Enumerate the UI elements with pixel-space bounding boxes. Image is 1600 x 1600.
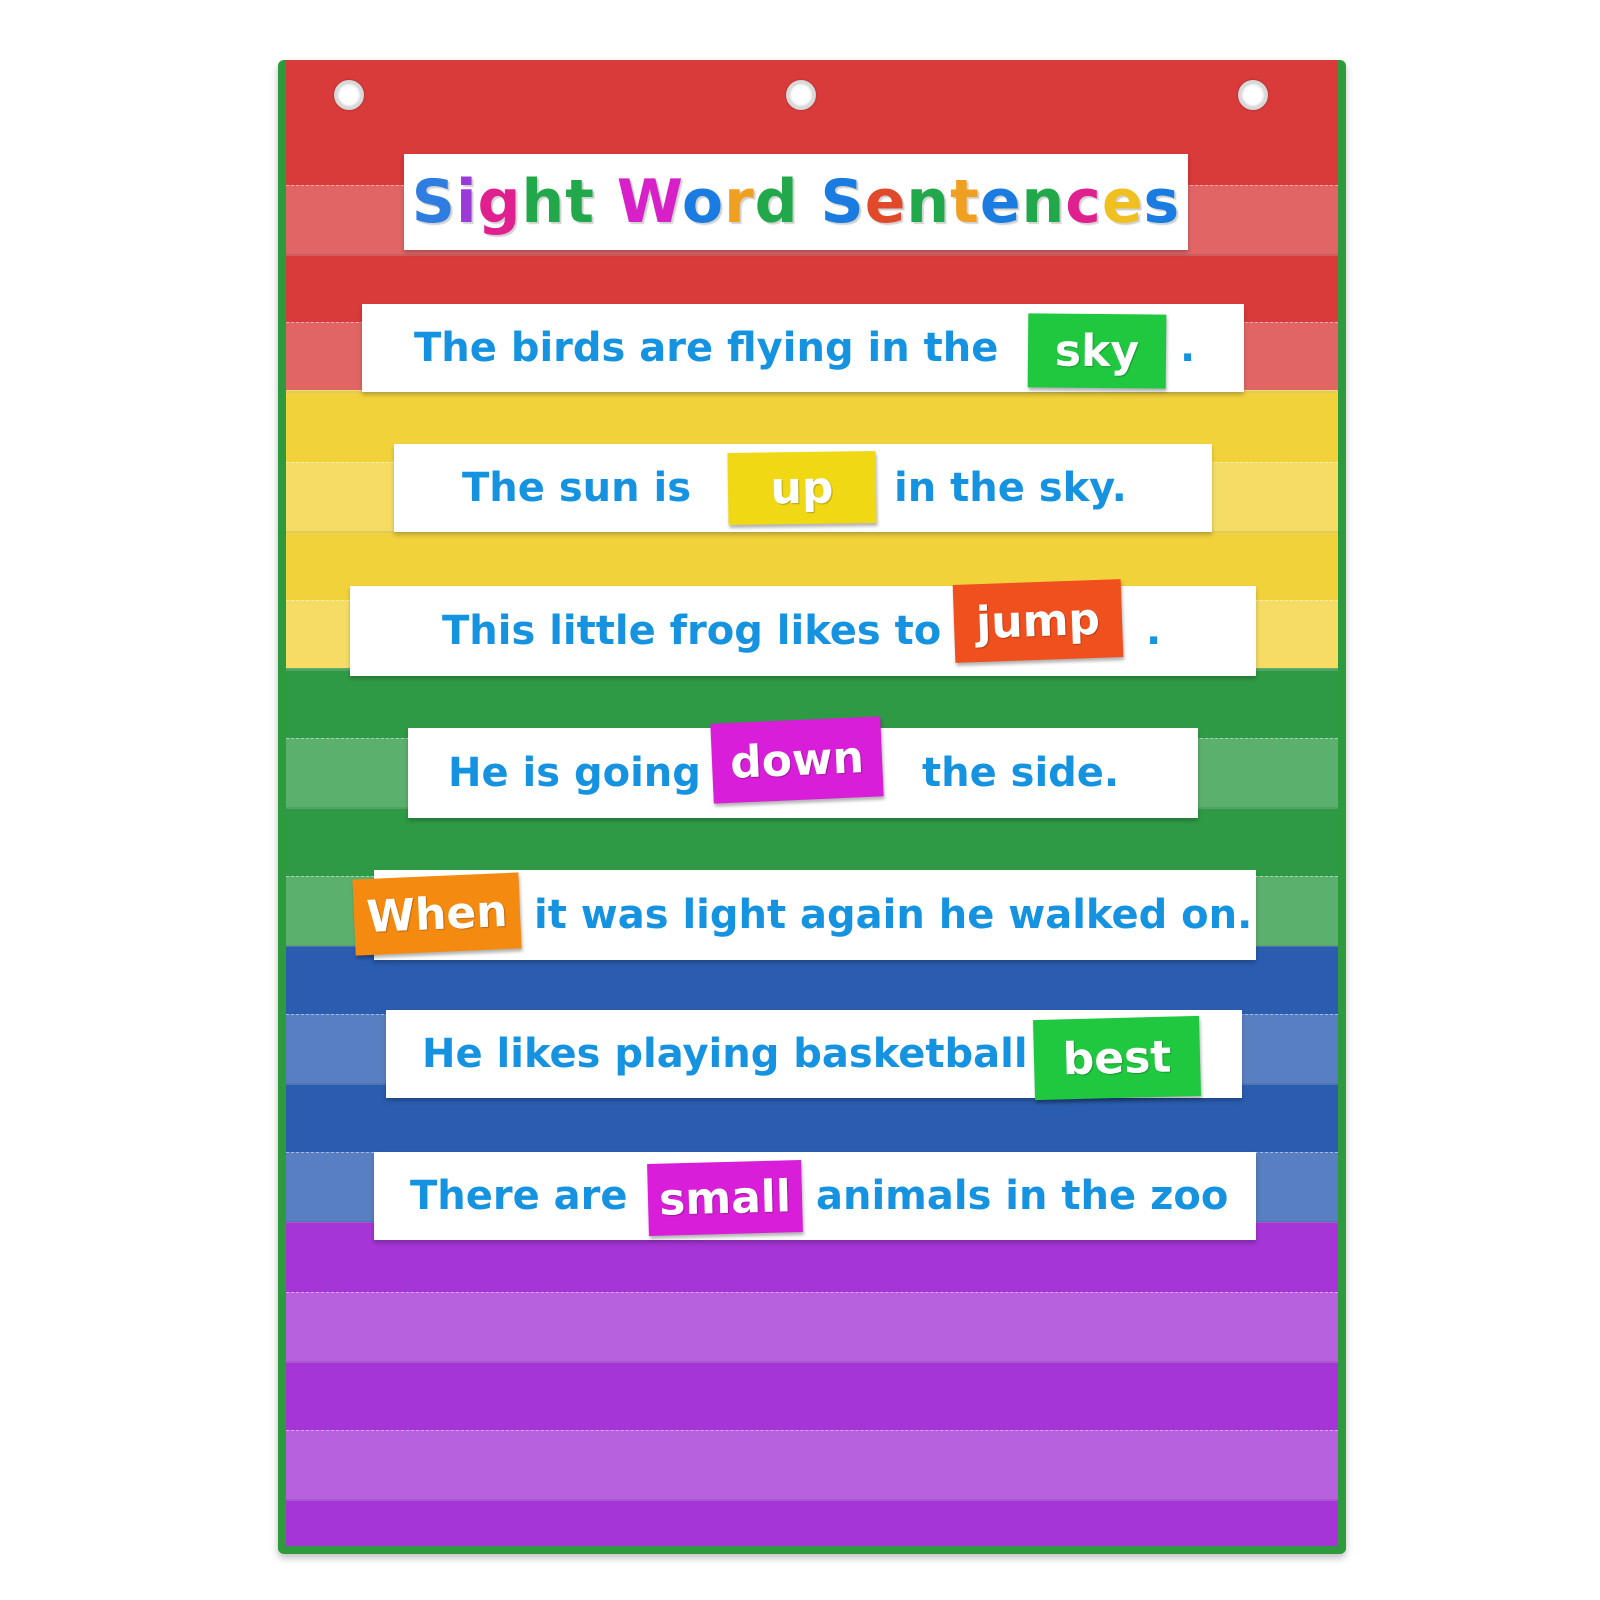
title-letter: S — [411, 167, 456, 237]
sentence-text-after: the side. — [922, 750, 1120, 796]
word-card-sky[interactable]: sky — [1027, 313, 1167, 389]
title-letter: t — [565, 167, 595, 237]
title-letter: o — [681, 167, 725, 237]
sentence-text-before: The sun is — [462, 465, 692, 511]
sentence-card: There are animals in the zoo — [374, 1152, 1256, 1240]
title-letter: c — [1065, 167, 1102, 237]
title-letter: h — [521, 167, 566, 237]
title-letter — [799, 167, 821, 237]
sentence-text-after: it was light again he walked on. — [534, 892, 1253, 938]
sentence-text-after: . — [1180, 325, 1196, 371]
title-letter: i — [455, 167, 478, 237]
title-letter: d — [754, 167, 799, 237]
word-card-when[interactable]: When — [352, 872, 522, 956]
word-card-up[interactable]: up — [727, 450, 877, 526]
title-letter: g — [477, 167, 522, 237]
pocket-strip — [286, 1430, 1338, 1501]
sentence-text-before: The birds are flying in the — [414, 325, 999, 371]
word-card-jump[interactable]: jump — [952, 579, 1124, 663]
sentence-text-after: . — [1146, 608, 1162, 654]
title-letter: r — [724, 167, 755, 237]
title-letter: e — [1101, 167, 1144, 237]
sentence-text-after: animals in the zoo — [816, 1173, 1229, 1219]
title-letter: W — [616, 167, 682, 237]
title-letter: t — [950, 167, 980, 237]
sentence-text-after: in the sky. — [894, 465, 1127, 511]
title-letter: e — [979, 167, 1022, 237]
grommet-icon — [1238, 80, 1268, 110]
word-card-small[interactable]: small — [647, 1159, 803, 1237]
grommet-icon — [786, 80, 816, 110]
word-card-best[interactable]: best — [1032, 1015, 1202, 1101]
word-card-down[interactable]: down — [710, 716, 884, 804]
title-letter: e — [864, 167, 907, 237]
grommet-icon — [334, 80, 364, 110]
title-card: Sight Word Sentences — [404, 154, 1188, 250]
title-letter: s — [1143, 167, 1181, 237]
page-title: Sight Word Sentences — [412, 167, 1181, 237]
title-letter: n — [1021, 167, 1066, 237]
sentence-text-before: This little frog likes to — [442, 608, 942, 654]
title-letter: n — [906, 167, 951, 237]
title-letter: S — [820, 167, 865, 237]
title-letter — [595, 167, 617, 237]
sentence-text-before: There are — [410, 1173, 628, 1219]
pocket-strip — [286, 1292, 1338, 1363]
sentence-text-before: He likes playing basketball — [422, 1031, 1028, 1077]
sentence-text-before: He is going — [448, 750, 701, 796]
